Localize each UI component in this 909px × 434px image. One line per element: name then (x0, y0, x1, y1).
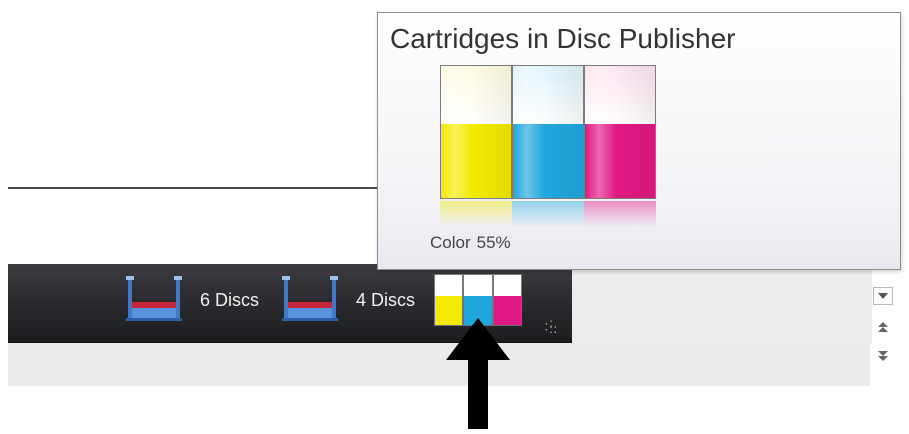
ink-status-label: Color (430, 233, 471, 252)
resize-grip-icon[interactable]: ·: ·:: (544, 317, 558, 335)
disc-bin-icon[interactable] (124, 274, 184, 322)
right-panel (570, 264, 872, 344)
scroll-controls (873, 287, 895, 375)
cartridge-reflection (584, 201, 656, 227)
double-chevron-up-icon[interactable] (875, 319, 891, 337)
cartridge-gloss (585, 66, 655, 198)
magenta-cartridge (584, 65, 656, 199)
ink-status: Color 55% (430, 233, 511, 253)
cartridges-popup: Cartridges in Disc Publisher Color 55% (377, 12, 901, 270)
cyan-cartridge (512, 65, 584, 199)
bin2-label: 4 Discs (356, 290, 416, 310)
cartridge-reflection (512, 201, 584, 227)
divider-line (8, 187, 380, 189)
lower-panel (8, 342, 870, 386)
popup-title: Cartridges in Disc Publisher (390, 23, 736, 54)
cartridge-gloss (513, 66, 583, 198)
chevron-down-icon[interactable] (873, 287, 893, 305)
yellow-cartridge (440, 65, 512, 199)
bin1-label: 6 Discs (200, 290, 260, 310)
ink-status-value: 55% (476, 233, 511, 252)
arrow-up-icon (444, 318, 512, 434)
cartridge-gloss (441, 66, 511, 198)
disc-bin-icon[interactable] (280, 274, 340, 322)
double-chevron-down-icon[interactable] (875, 347, 891, 365)
cartridge-reflection (440, 201, 512, 227)
